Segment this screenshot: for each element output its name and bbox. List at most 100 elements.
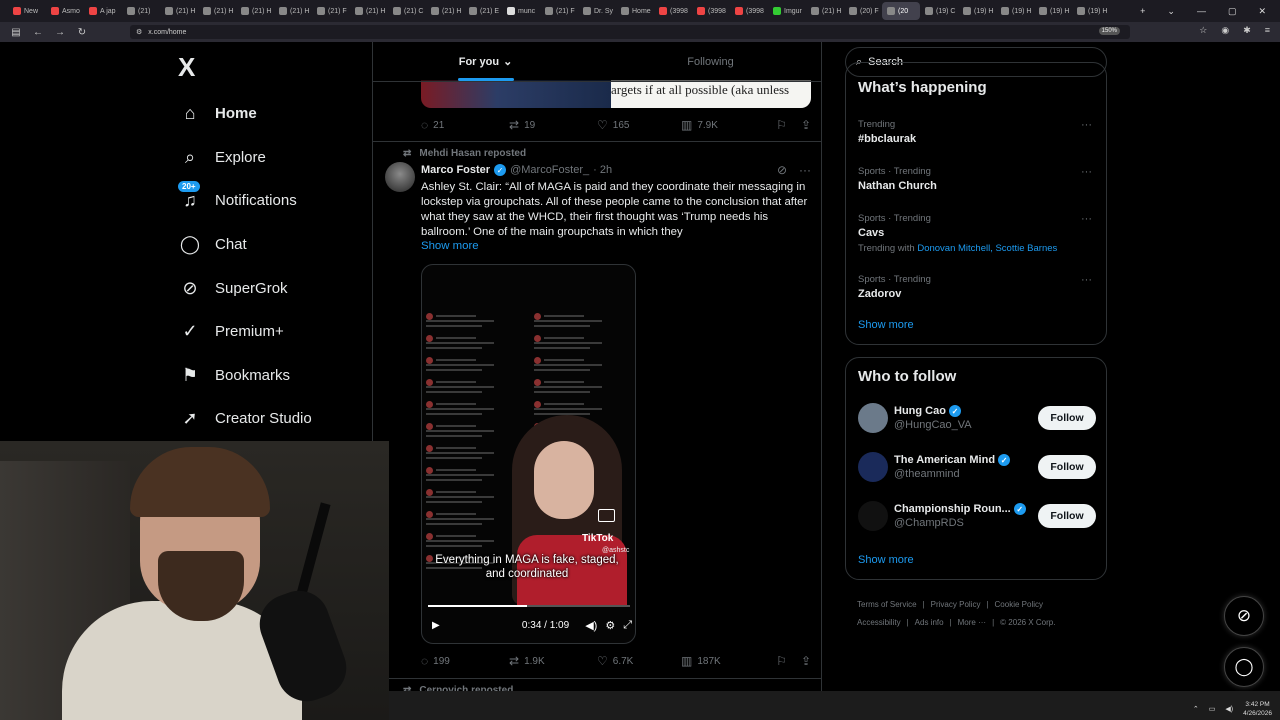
browser-tab[interactable]: (3998 (654, 2, 692, 20)
site-info-icon[interactable]: ⚙ (136, 28, 142, 36)
views-button[interactable]: ▥ 187K (681, 654, 774, 668)
browser-tab[interactable]: (19) H (1034, 2, 1072, 20)
previous-tweet-image[interactable]: argets if at all possible (aka unless (421, 80, 811, 108)
browser-tab[interactable]: (20 (882, 2, 920, 20)
grok-fab-button[interactable]: ⊘ (1224, 596, 1264, 636)
browser-tab[interactable]: (21) F (540, 2, 578, 20)
footer-link[interactable]: Accessibility (857, 618, 901, 627)
settings-gear-icon[interactable]: ⚙ (605, 619, 615, 632)
avatar[interactable] (858, 403, 888, 433)
nav-item-chat[interactable]: ◯ Chat (178, 223, 368, 267)
play-icon[interactable]: ▶ (432, 620, 440, 631)
browser-tab[interactable]: Imgur (768, 2, 806, 20)
more-icon[interactable]: ··· (1081, 119, 1092, 131)
browser-tab[interactable]: (3998 (692, 2, 730, 20)
tweet-text[interactable]: Ashley St. Clair: “All of MAGA is paid a… (421, 180, 813, 240)
account-icon[interactable]: ◉ (1221, 25, 1229, 36)
avatar[interactable] (858, 452, 888, 482)
browser-tab[interactable]: (21) H (426, 2, 464, 20)
fullscreen-icon[interactable]: ⤢ (623, 619, 632, 632)
forward-icon[interactable]: → (54, 27, 66, 38)
account-name[interactable]: Championship Roun... (894, 503, 1011, 515)
nav-item-premium[interactable]: ✓ Premium+ (178, 310, 368, 354)
browser-tab[interactable]: (3998 (730, 2, 768, 20)
follow-suggestion[interactable]: Hung Cao ✓ @HungCao_VA Follow (858, 401, 1096, 435)
nav-item-notifications[interactable]: ♫ 20+ Notifications (178, 179, 368, 223)
share-icon[interactable]: ⇪ (801, 654, 811, 668)
browser-tab[interactable]: (21) (122, 2, 160, 20)
bookmark-icon[interactable]: ⚐ (776, 118, 787, 132)
follow-button[interactable]: Follow (1038, 455, 1096, 479)
volume-icon[interactable]: ◀) (1225, 705, 1233, 713)
sidebar-toggle-icon[interactable]: ▤ (10, 27, 22, 38)
bookmark-star-icon[interactable]: ☆ (1199, 25, 1207, 36)
show-more-link[interactable]: Show more (421, 240, 479, 252)
browser-tab[interactable]: Asmo (46, 2, 84, 20)
back-icon[interactable]: ← (32, 27, 44, 38)
nav-item-supergrok[interactable]: ⊘ SuperGrok (178, 266, 368, 310)
trend-item[interactable]: Sports · Trending Zadorov ··· (858, 274, 1098, 300)
tray-chevron-icon[interactable]: ⌃ (1193, 705, 1199, 713)
reply-button[interactable]: ◌ 199 (421, 654, 509, 668)
tab-following[interactable]: Following (598, 42, 821, 81)
account-name[interactable]: Hung Cao (894, 405, 946, 417)
browser-tab[interactable]: (21) F (312, 2, 350, 20)
browser-tab[interactable]: New (8, 2, 46, 20)
browser-tab[interactable]: Dr. Sy (578, 2, 616, 20)
chat-fab-button[interactable]: ◯ (1224, 647, 1264, 687)
browser-tab[interactable]: (19) H (1072, 2, 1110, 20)
repost-indicator[interactable]: ⇄ Mehdi Hasan reposted (403, 148, 526, 159)
reload-icon[interactable]: ↻ (76, 27, 88, 38)
footer-link[interactable]: More ··· (958, 618, 986, 627)
tab-for-you[interactable]: For you ⌄ (373, 42, 598, 81)
follow-button[interactable]: Follow (1038, 406, 1096, 430)
avatar[interactable] (858, 501, 888, 531)
follow-button[interactable]: Follow (1038, 504, 1096, 528)
browser-tab[interactable]: (21) H (160, 2, 198, 20)
grok-icon[interactable]: ⊘ (777, 163, 787, 177)
maximize-icon[interactable]: ▢ (1228, 6, 1237, 17)
browser-tab[interactable]: (21) H (350, 2, 388, 20)
repost-button[interactable]: ⇄ 19 (509, 118, 597, 132)
browser-tab[interactable]: (19) H (996, 2, 1034, 20)
system-clock[interactable]: 3:42 PM 4/26/2026 (1243, 700, 1272, 718)
trend-with-names[interactable]: Donovan Mitchell, Scottie Barnes (917, 243, 1057, 254)
follow-suggestion[interactable]: Championship Roun... ✓ @ChampRDS Follow (858, 499, 1096, 533)
trend-item[interactable]: Trending #bbclaurak ··· (858, 119, 1098, 145)
extensions-icon[interactable]: ✱ (1243, 25, 1251, 36)
author-handle[interactable]: @MarcoFoster_ (510, 164, 589, 176)
footer-link[interactable]: Ads info (915, 618, 944, 627)
repost-button[interactable]: ⇄ 1.9K (509, 654, 597, 668)
browser-tab[interactable]: (21) H (236, 2, 274, 20)
nav-item-home[interactable]: ⌂ Home (178, 92, 368, 136)
browser-tab[interactable]: munc (502, 2, 540, 20)
video-progress-bar[interactable] (428, 605, 630, 607)
browser-tab[interactable]: (19) H (958, 2, 996, 20)
tab-list-icon[interactable]: ⌄ (1167, 6, 1175, 17)
browser-tab[interactable]: (21) E (464, 2, 502, 20)
more-icon[interactable]: ··· (1081, 166, 1092, 178)
browser-tab[interactable]: (21) H (274, 2, 312, 20)
browser-tab[interactable]: (21) C (388, 2, 426, 20)
menu-icon[interactable]: ≡ (1265, 25, 1270, 36)
bookmark-icon[interactable]: ⚐ (776, 654, 787, 668)
browser-tab[interactable]: (21) H (806, 2, 844, 20)
browser-tab[interactable]: (21) H (198, 2, 236, 20)
like-button[interactable]: ♡ 165 (597, 118, 681, 132)
share-icon[interactable]: ⇪ (801, 118, 811, 132)
trend-item[interactable]: Sports · Trending Nathan Church ··· (858, 166, 1098, 192)
author-name[interactable]: Marco Foster (421, 164, 490, 176)
show-more-link[interactable]: Show more (858, 554, 914, 566)
more-icon[interactable]: ··· (1081, 274, 1092, 286)
picture-in-picture-icon[interactable] (598, 509, 615, 522)
more-icon[interactable]: ··· (1081, 213, 1092, 225)
close-window-icon[interactable]: ✕ (1258, 6, 1266, 17)
footer-link[interactable]: Privacy Policy (931, 600, 981, 609)
browser-tab[interactable]: A jap (84, 2, 122, 20)
reply-button[interactable]: ◌ 21 (421, 118, 509, 132)
address-bar[interactable]: ⚙ x.com/home 150% (130, 25, 1130, 39)
follow-suggestion[interactable]: The American Mind ✓ @theammind Follow (858, 450, 1096, 484)
volume-icon[interactable]: ◀) (585, 619, 597, 632)
tweet-time[interactable]: · 2h (593, 164, 612, 176)
nav-item-bookmarks[interactable]: ⚑ Bookmarks (178, 354, 368, 398)
